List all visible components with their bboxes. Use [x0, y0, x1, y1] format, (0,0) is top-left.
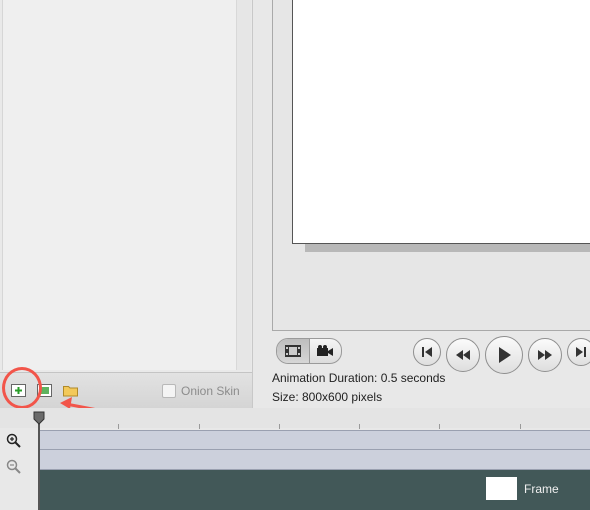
frame-thumbnail[interactable] [486, 477, 517, 500]
annotation-circle [2, 367, 42, 409]
video-view-button[interactable] [310, 339, 342, 363]
canvas-size-text: Size: 800x600 pixels [272, 390, 383, 404]
zoom-in-button[interactable] [6, 433, 22, 454]
skip-to-start-icon [422, 347, 432, 357]
filmstrip-icon [284, 345, 301, 357]
animation-canvas[interactable] [292, 0, 590, 244]
play-icon [499, 347, 511, 363]
skip-to-start-button[interactable] [413, 338, 441, 366]
onion-skin-checkbox[interactable] [162, 384, 176, 398]
ruler-tick [359, 424, 360, 429]
timeline-track[interactable] [38, 430, 590, 450]
ruler-tick [520, 424, 521, 429]
frame-label: Frame [524, 482, 559, 496]
playhead-line [38, 420, 40, 510]
ruler-tick [118, 424, 119, 429]
ruler-tick [279, 424, 280, 429]
play-button[interactable] [485, 336, 523, 374]
animation-duration-text: Animation Duration: 0.5 seconds [272, 371, 446, 385]
timeline-track[interactable] [38, 450, 590, 470]
skip-to-end-icon [576, 347, 586, 357]
video-camera-icon [317, 345, 334, 356]
fast-forward-icon [538, 350, 552, 360]
canvas-shadow [305, 244, 590, 252]
ruler-tick [439, 424, 440, 429]
frames-scrollbar[interactable] [236, 0, 251, 370]
frames-panel: Onion Skin [0, 0, 253, 409]
zoom-in-icon [6, 433, 21, 448]
filmstrip-view-button[interactable] [277, 339, 310, 363]
fast-forward-button[interactable] [528, 338, 562, 372]
zoom-out-button[interactable] [6, 459, 22, 480]
ruler-tick [199, 424, 200, 429]
onion-skin-label: Onion Skin [181, 384, 240, 398]
zoom-out-icon [6, 459, 21, 474]
rewind-button[interactable] [446, 338, 480, 372]
skip-to-end-button[interactable] [567, 338, 590, 366]
frames-list[interactable] [2, 0, 238, 370]
rewind-icon [456, 350, 470, 360]
view-mode-toggle [276, 338, 342, 364]
playhead-handle[interactable] [33, 411, 45, 425]
onion-skin-toggle[interactable]: Onion Skin [162, 384, 240, 398]
